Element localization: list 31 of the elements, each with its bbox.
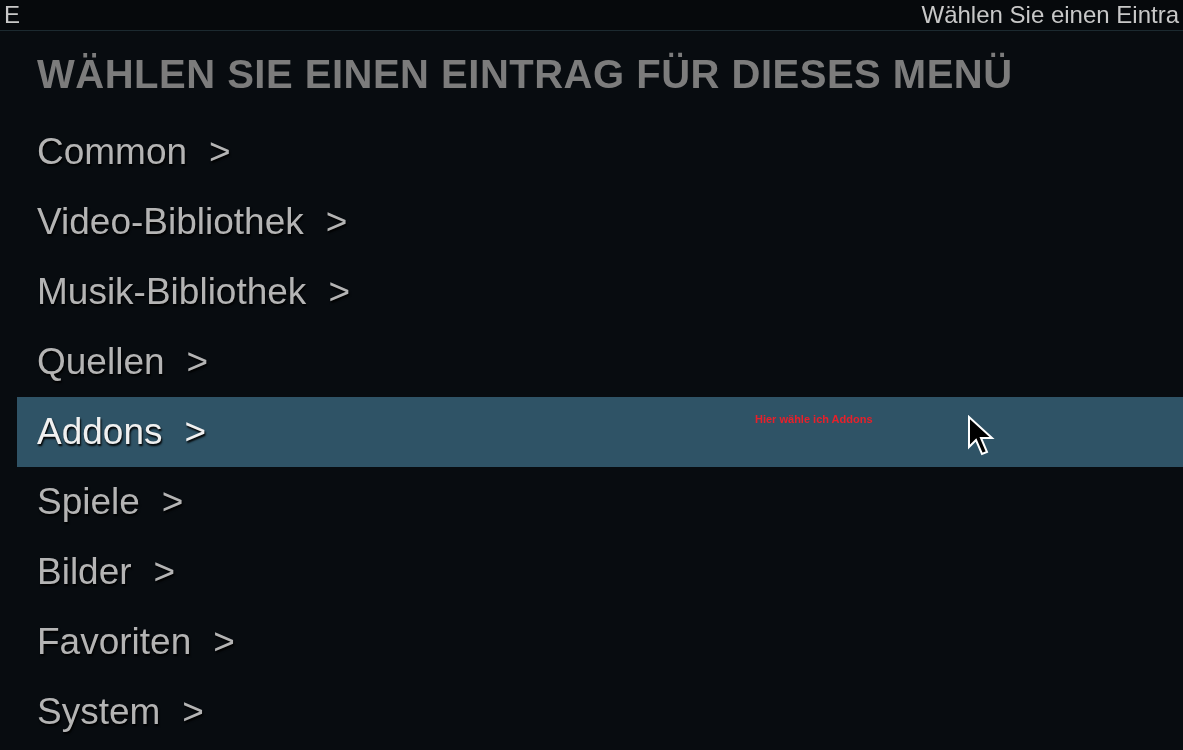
menu-item-label: Quellen	[37, 341, 165, 383]
menu-item-label: Video-Bibliothek	[37, 201, 304, 243]
chevron-text: >	[209, 131, 231, 173]
window-title: Wählen Sie einen Eintra	[921, 1, 1179, 29]
menu-item-label: Musik-Bibliothek	[37, 271, 307, 313]
chevron-text: >	[325, 201, 348, 243]
chevron-text: >	[153, 551, 176, 593]
chevron-text: >	[182, 691, 204, 733]
chevron-text: >	[213, 621, 235, 663]
header-text: E	[4, 1, 20, 29]
menu-item[interactable]: Bilder >	[17, 537, 1183, 607]
menu-item-label: Favoriten	[37, 621, 192, 663]
chevron-text: >	[161, 481, 184, 523]
menu-item-label: Spiele	[37, 481, 140, 523]
menu-item[interactable]: Musik-Bibliothek >	[17, 257, 1183, 327]
menu-item-label: System	[37, 691, 161, 733]
menu-item[interactable]: System >	[17, 677, 1183, 747]
annotation-text: Hier wähle ich Addons	[755, 413, 873, 425]
menu-item[interactable]: Addons > Hier wähle ich Addons	[17, 397, 1183, 467]
chevron-text: >	[186, 341, 209, 383]
chevron-text: >	[328, 271, 350, 313]
dialog-heading: WÄHLEN SIE EINEN EINTRAG FÜR DIESES MENÜ	[36, 51, 1014, 98]
menu-item[interactable]: Video-Bibliothek >	[17, 187, 1183, 257]
menu-item[interactable]: Quellen >	[17, 327, 1183, 397]
menu-item[interactable]: Common >	[17, 117, 1183, 187]
menu-item[interactable]: Spiele >	[17, 467, 1183, 537]
chevron-text: >	[184, 411, 207, 453]
menu-item-label: Addons	[37, 411, 163, 453]
menu-item[interactable]: Favoriten >	[17, 607, 1183, 677]
menu-item-label: Bilder	[37, 551, 132, 593]
menu-item-label: Common	[37, 131, 188, 173]
